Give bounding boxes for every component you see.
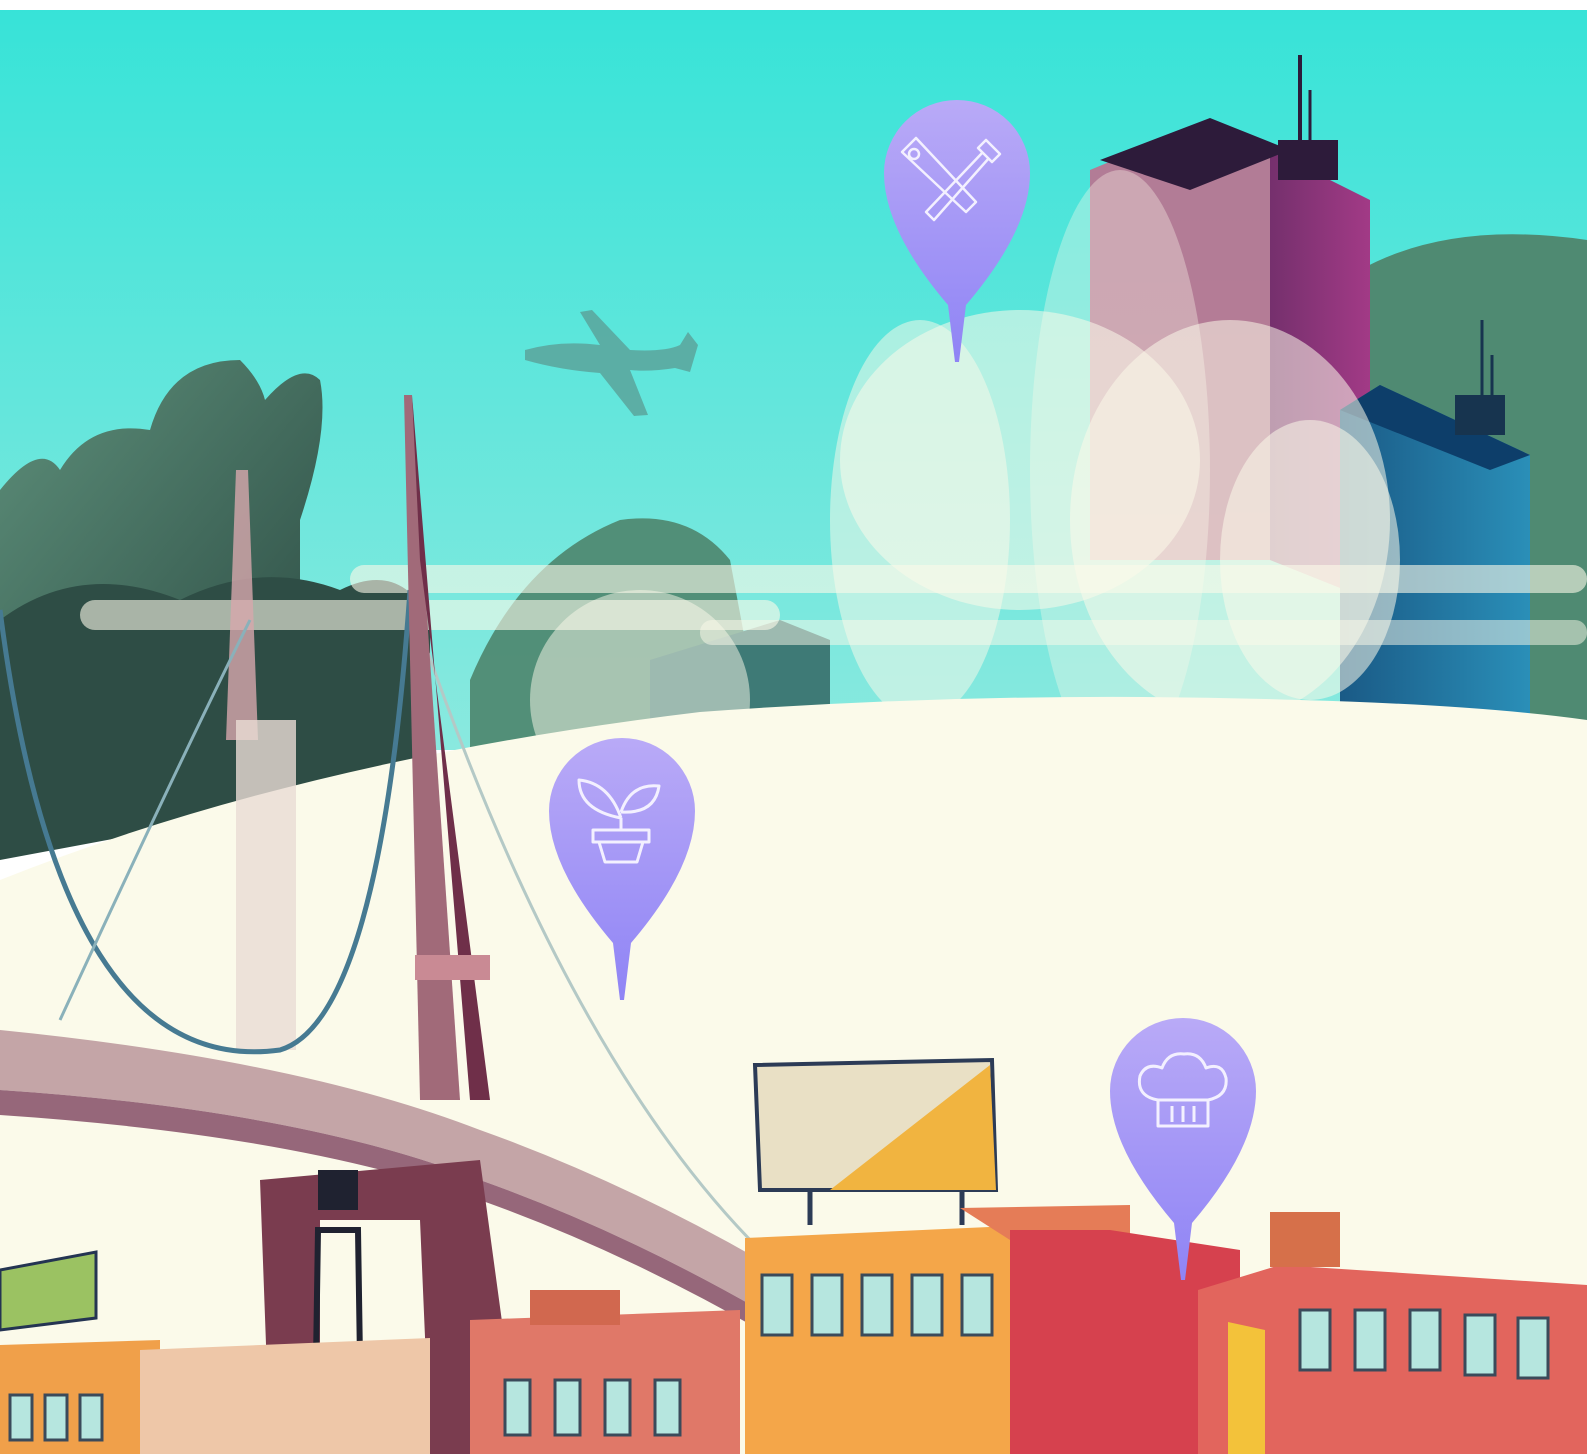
top-border [0,0,1587,10]
city-scene [0,0,1587,1454]
chef-pin[interactable] [1110,1018,1256,1280]
city-illustration [0,0,1587,1454]
tools-pin[interactable] [884,100,1030,362]
plant-pin[interactable] [549,738,695,1000]
